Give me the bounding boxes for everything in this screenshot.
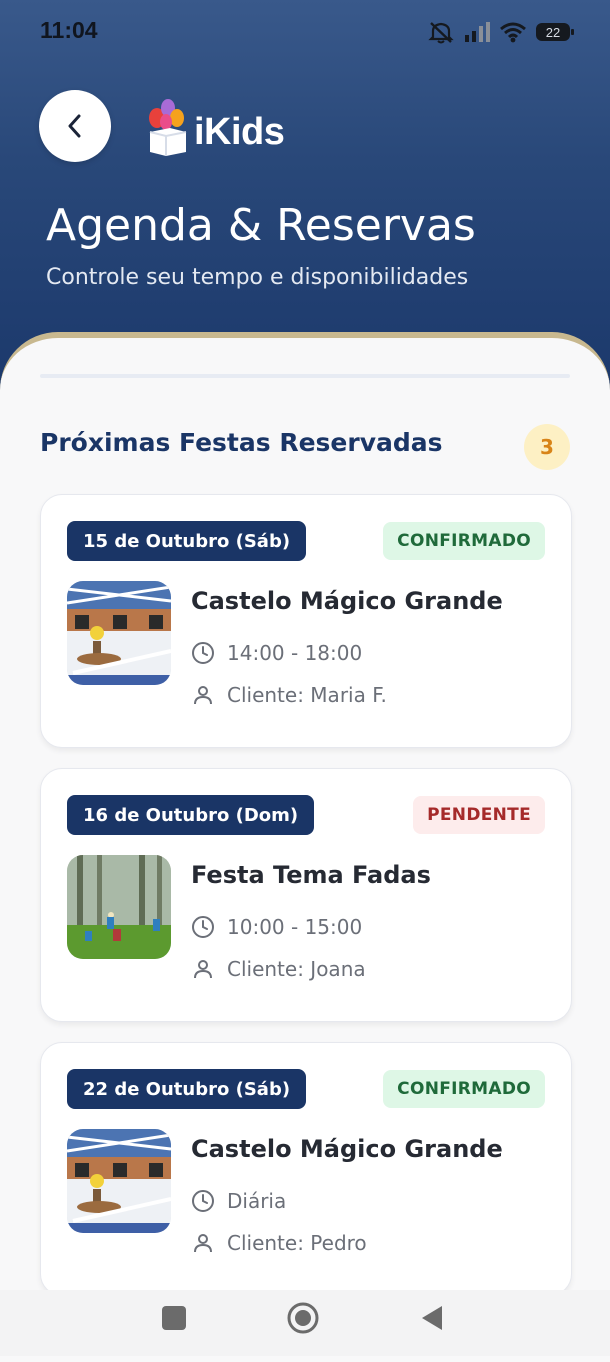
status-badge: CONFIRMADO	[383, 1070, 545, 1108]
booking-card[interactable]: 15 de Outubro (Sáb) CONFIRMADO Castelo M…	[40, 494, 572, 748]
divider	[40, 374, 570, 378]
date-chip: 15 de Outubro (Sáb)	[67, 521, 307, 561]
clock-icon	[192, 916, 214, 938]
status-time: 11:04	[40, 17, 98, 43]
logo-text: iKids	[194, 111, 285, 153]
back-button[interactable]	[39, 90, 111, 162]
client-row: Cliente: Pedro	[191, 1231, 367, 1255]
status-icons: 22	[428, 18, 574, 46]
content-panel: Próximas Festas Reservadas 3 15 de Outub…	[0, 332, 610, 1362]
wifi-icon	[500, 22, 526, 43]
system-back-button[interactable]	[420, 1304, 444, 1332]
time-row: Diária	[191, 1189, 286, 1213]
clock-icon	[192, 642, 214, 664]
recent-apps-button[interactable]	[162, 1306, 186, 1330]
client-text: Cliente: Maria F.	[227, 683, 387, 707]
client-row: Cliente: Joana	[191, 957, 366, 981]
time-row: 14:00 - 18:00	[191, 641, 362, 665]
client-text: Cliente: Joana	[227, 957, 366, 981]
party-hall-photo	[67, 1129, 171, 1233]
page-title: Agenda & Reservas	[46, 200, 476, 251]
section-title: Próximas Festas Reservadas	[40, 428, 443, 457]
signal-icon	[465, 22, 490, 42]
clock-icon	[192, 1190, 214, 1212]
status-badge: PENDENTE	[413, 796, 545, 834]
card-title: Festa Tema Fadas	[191, 861, 431, 889]
status-badge: CONFIRMADO	[383, 522, 545, 560]
time-text: Diária	[227, 1189, 287, 1213]
user-icon	[194, 686, 212, 705]
system-nav-bar	[0, 1290, 610, 1356]
card-title: Castelo Mágico Grande	[191, 1135, 503, 1163]
time-row: 10:00 - 15:00	[191, 915, 362, 939]
date-chip: 22 de Outubro (Sáb)	[67, 1069, 307, 1109]
time-text: 14:00 - 18:00	[227, 641, 363, 665]
fairy-forest-photo	[67, 855, 171, 959]
home-button[interactable]	[286, 1301, 320, 1335]
client-text: Cliente: Pedro	[227, 1231, 367, 1255]
time-text: 10:00 - 15:00	[227, 915, 363, 939]
user-icon	[194, 1234, 212, 1253]
date-chip: 16 de Outubro (Dom)	[67, 795, 315, 835]
booking-card[interactable]: 16 de Outubro (Dom) PENDENTE Festa Tema …	[40, 768, 572, 1022]
app-logo: iKids	[144, 96, 304, 160]
client-row: Cliente: Maria F.	[191, 683, 387, 707]
count-badge: 3	[524, 424, 570, 470]
user-icon	[194, 960, 212, 979]
card-title: Castelo Mágico Grande	[191, 587, 503, 615]
gift-balloons-icon	[149, 99, 187, 156]
status-bar: 11:04 22	[0, 0, 610, 64]
page-subtitle: Controle seu tempo e disponibilidades	[46, 265, 469, 290]
party-hall-photo	[67, 581, 171, 685]
chevron-left-icon	[68, 114, 81, 138]
mute-icon	[428, 22, 454, 44]
booking-card[interactable]: 22 de Outubro (Sáb) CONFIRMADO Castelo M…	[40, 1042, 572, 1296]
battery-indicator: 22	[536, 23, 574, 41]
